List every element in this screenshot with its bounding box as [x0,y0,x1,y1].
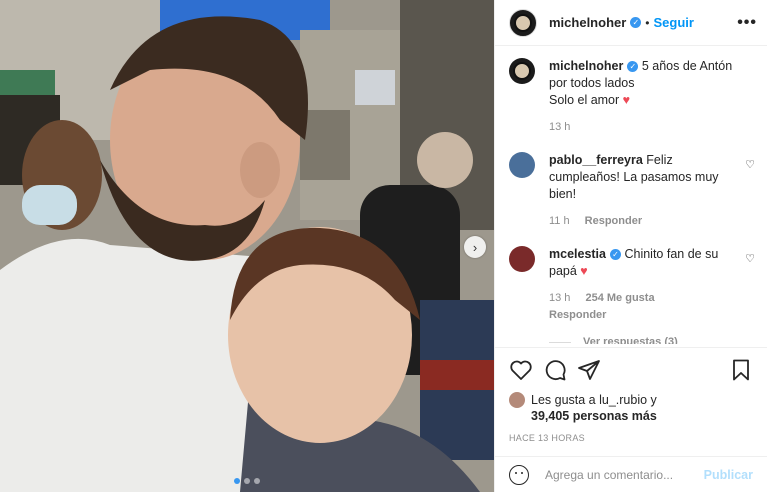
comments-list: michelnoher ✓ 5 años de Antón por todos l… [509,58,757,344]
caption-text-line2: Solo el amor [549,93,620,107]
caption-meta: 13 h [549,119,739,136]
carousel-dot-active [234,478,240,484]
reply-button[interactable]: Responder [549,309,606,321]
verified-badge-icon: ✓ [627,61,639,73]
more-options-icon[interactable]: ••• [737,14,757,32]
comment-input[interactable] [543,466,704,483]
caption: michelnoher ✓ 5 años de Antón por todos l… [509,58,757,136]
view-replies-button[interactable]: Ver respuestas (3) [549,336,757,344]
replies-divider [549,341,571,343]
action-icons [509,358,753,382]
liker-avatar [509,392,525,408]
comment-body: pablo__ferreyra Feliz cumpleaños! La pas… [549,152,739,230]
like-heart-icon[interactable] [509,358,533,382]
emoji-picker-icon[interactable] [509,464,529,485]
instagram-post-view: › michelnoher ✓ • Seguir ••• michelnoher… [0,0,767,492]
comment-like-icon[interactable]: ♡ [745,252,755,265]
carousel-indicator [0,478,494,484]
separator-dot: • [645,15,650,30]
post-side-panel: michelnoher ✓ • Seguir ••• michelnoher ✓ … [494,0,767,492]
caption-body: michelnoher ✓ 5 años de Antón por todos l… [549,58,739,136]
caption-avatar[interactable] [509,58,535,84]
comment-avatar[interactable] [509,246,535,272]
reply-button[interactable]: Responder [585,215,642,227]
caption-time[interactable]: 13 h [549,121,570,133]
add-comment-bar: Publicar [495,456,767,492]
caption-username[interactable]: michelnoher [549,59,623,73]
verified-badge-icon: ✓ [630,17,642,28]
comment-item: pablo__ferreyra Feliz cumpleaños! La pas… [509,152,757,230]
comment-meta: 13 h 254 Me gusta Responder [549,290,739,324]
comment-bubble-icon[interactable] [543,358,567,382]
post-actions: Les gusta a lu_.rubio y 39,405 personas … [495,347,767,443]
red-heart-emoji-icon: ♥ [580,264,588,278]
comment-username[interactable]: pablo__ferreyra [549,153,643,167]
likes-summary[interactable]: Les gusta a lu_.rubio y 39,405 personas … [509,392,753,424]
follow-button[interactable]: Seguir [654,15,694,30]
verified-badge-icon: ✓ [609,249,621,261]
post-time-ago[interactable]: HACE 13 HORAS [509,433,753,443]
author-username[interactable]: michelnoher [549,15,626,30]
view-replies-label: Ver respuestas (3) [583,336,678,344]
comment-time[interactable]: 11 h [549,215,570,227]
comment-body: mcelestia ✓ Chinito fan de su papá ♥ 13 h… [549,246,739,324]
share-paper-plane-icon[interactable] [577,358,601,382]
comment-like-icon[interactable]: ♡ [745,158,755,171]
comment-avatar[interactable] [509,152,535,178]
carousel-dot [244,478,250,484]
carousel-dot [254,478,260,484]
comment-meta: 11 h Responder [549,213,739,230]
publish-button[interactable]: Publicar [704,468,753,482]
likes-count[interactable]: 39,405 personas más [531,409,657,423]
comment-item: mcelestia ✓ Chinito fan de su papá ♥ 13 h… [509,246,757,324]
next-photo-button[interactable]: › [464,236,486,258]
photo-illustration [0,0,494,492]
post-header: michelnoher ✓ • Seguir ••• [495,0,767,46]
likes-line1: Les gusta a lu_.rubio y [531,393,657,407]
save-bookmark-icon[interactable] [729,358,753,382]
red-heart-emoji-icon: ♥ [622,93,631,107]
comment-username[interactable]: mcelestia [549,247,606,261]
author-avatar[interactable] [509,8,537,37]
comment-likes-count[interactable]: 254 Me gusta [585,292,654,304]
comment-time[interactable]: 13 h [549,292,570,304]
post-photo[interactable]: › [0,0,494,492]
